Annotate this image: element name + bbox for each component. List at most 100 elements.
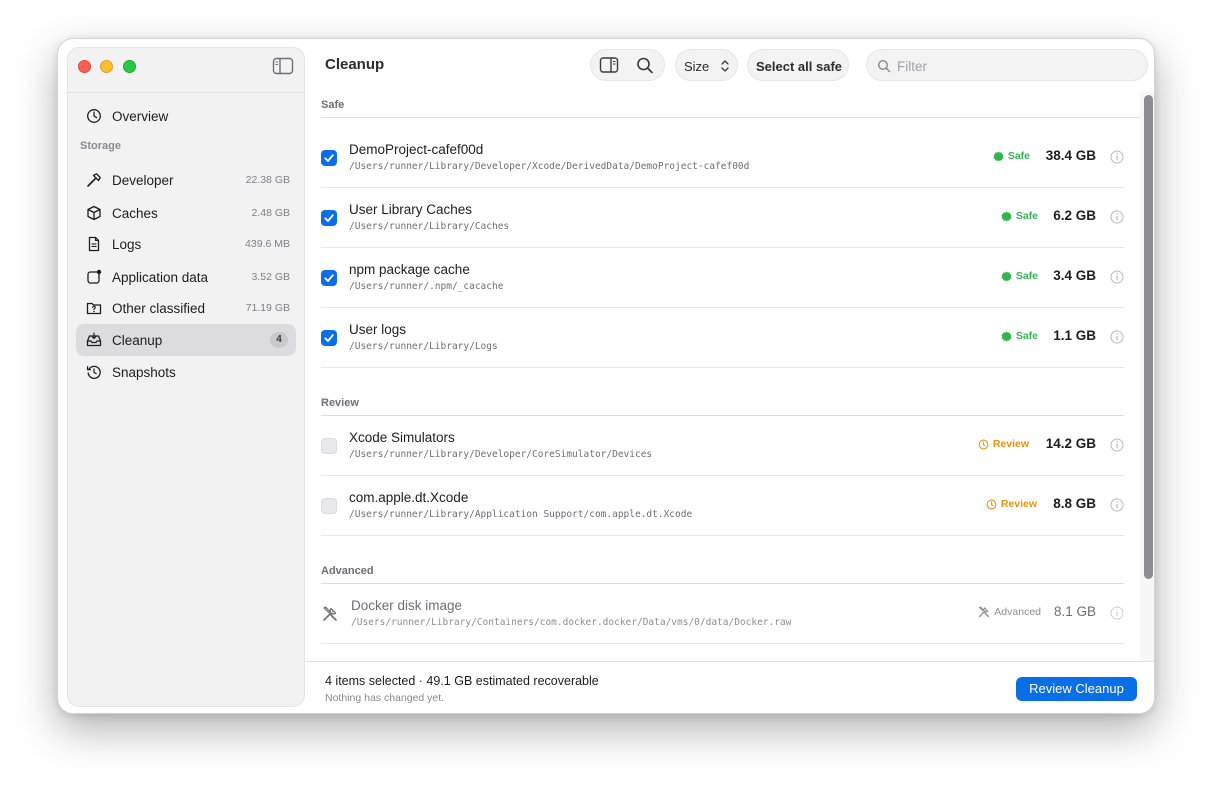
safe-seal-icon <box>993 150 1004 162</box>
filter-input[interactable] <box>897 56 1137 76</box>
info-icon[interactable] <box>1110 498 1124 512</box>
item-checkbox[interactable] <box>321 150 337 166</box>
sidebar-item-label: Other classified <box>112 301 206 316</box>
filter-field[interactable] <box>866 49 1148 81</box>
list-item[interactable]: npm package cache /Users/runner/.npm/_ca… <box>321 248 1124 308</box>
inspector-toggle-icon[interactable] <box>599 56 619 74</box>
safe-seal-icon <box>1001 330 1012 342</box>
sidebar-item-value: 2.48 GB <box>251 207 290 219</box>
info-icon[interactable] <box>1110 438 1124 452</box>
item-path: /Users/runner/Library/Logs <box>349 341 498 352</box>
review-clock-icon <box>978 439 989 449</box>
chevron-up-down-icon <box>721 60 729 72</box>
footer-bar: 4 items selected · 49.1 GB estimated rec… <box>305 661 1154 713</box>
tray-icon <box>86 332 102 347</box>
app-data-icon <box>87 269 102 284</box>
item-name: User Library Caches <box>349 202 473 217</box>
scrollbar-thumb[interactable] <box>1144 95 1153 579</box>
status-badge: Review <box>978 438 1029 450</box>
list-item[interactable]: DemoProject-cafef00d /Users/runner/Libra… <box>321 128 1124 188</box>
question-folder-icon <box>86 302 102 315</box>
sidebar-item-application-data[interactable]: Application data 3.52 GB <box>76 261 296 293</box>
item-name: User logs <box>349 322 407 337</box>
item-size: 14.2 GB <box>1045 436 1096 451</box>
group-header-safe: Safe <box>321 99 345 111</box>
cube-icon <box>87 205 101 221</box>
list-item[interactable]: User logs /Users/runner/Library/Logs Saf… <box>321 308 1124 368</box>
sidebar-item-value: 22.38 GB <box>245 174 290 186</box>
status-label: Review <box>992 438 1029 450</box>
status-badge: Review <box>986 498 1037 510</box>
item-path: /Users/runner/Library/Developer/Xcode/De… <box>349 161 750 172</box>
section-label-storage: Storage <box>80 140 121 152</box>
item-size: 6.2 GB <box>1053 208 1096 223</box>
sidebar: Overview Storage Developer 22.38 GB Cach… <box>67 47 305 707</box>
close-window-button[interactable] <box>78 60 91 73</box>
wrench-screwdriver-icon <box>978 606 990 618</box>
sidebar-item-cleanup[interactable]: Cleanup 4 <box>76 324 296 356</box>
item-name: Docker disk image <box>351 598 463 613</box>
status-badge: Safe <box>1001 330 1038 342</box>
sidebar-toggle-icon[interactable] <box>272 57 294 75</box>
toolbar-icon-group <box>590 49 665 81</box>
item-checkbox[interactable] <box>321 330 337 346</box>
status-label: Safe <box>1007 150 1030 162</box>
group-divider <box>321 117 1140 118</box>
item-name: npm package cache <box>349 262 470 277</box>
zoom-window-button[interactable] <box>123 60 136 73</box>
sidebar-item-snapshots[interactable]: Snapshots <box>76 356 296 388</box>
status-label: Advanced <box>994 606 1041 618</box>
minimize-window-button[interactable] <box>100 60 113 73</box>
selection-summary: 4 items selected · 49.1 GB estimated rec… <box>325 674 599 688</box>
item-size: 1.1 GB <box>1053 328 1096 343</box>
search-icon[interactable] <box>635 56 655 74</box>
sidebar-item-label: Logs <box>112 237 142 252</box>
item-checkbox[interactable] <box>321 270 337 286</box>
select-all-safe-label: Select all safe <box>756 59 842 74</box>
item-path: /Users/runner/Library/Developer/CoreSimu… <box>349 449 653 460</box>
select-all-safe-button[interactable]: Select all safe <box>747 49 849 81</box>
sidebar-item-value: 439.6 MB <box>245 238 290 250</box>
item-name: DemoProject-cafef00d <box>349 142 484 157</box>
clock-icon <box>87 109 101 123</box>
item-checkbox[interactable] <box>321 210 337 226</box>
sidebar-item-overview[interactable]: Overview <box>76 100 296 132</box>
item-checkbox[interactable] <box>321 438 337 454</box>
review-cleanup-button[interactable]: Review Cleanup <box>1016 677 1137 701</box>
list-item[interactable]: User Library Caches /Users/runner/Librar… <box>321 188 1124 248</box>
item-size: 8.8 GB <box>1053 496 1096 511</box>
sidebar-item-label: Application data <box>112 270 209 285</box>
item-size: 3.4 GB <box>1053 268 1096 283</box>
item-path: /Users/runner/Library/Caches <box>349 221 510 232</box>
info-icon[interactable] <box>1110 210 1124 224</box>
group-header-review: Review <box>321 397 359 409</box>
item-checkbox[interactable] <box>321 498 337 514</box>
document-icon <box>88 236 100 252</box>
page-title: Cleanup <box>325 56 385 73</box>
wrench-screwdriver-icon <box>323 606 337 621</box>
sidebar-item-value: 3.52 GB <box>251 271 290 283</box>
sidebar-item-other-classified[interactable]: Other classified 71.19 GB <box>76 292 296 324</box>
status-label: Safe <box>1015 270 1038 282</box>
sidebar-item-label: Caches <box>112 206 158 221</box>
sidebar-item-caches[interactable]: Caches 2.48 GB <box>76 197 296 229</box>
sidebar-item-value: 71.19 GB <box>245 302 290 314</box>
sort-size-dropdown[interactable]: Size <box>675 49 738 81</box>
cleanup-list: Safe DemoProject-cafef00d /Users/runner/… <box>305 91 1154 661</box>
info-icon[interactable] <box>1110 270 1124 284</box>
info-icon[interactable] <box>1110 606 1124 620</box>
sidebar-item-logs[interactable]: Logs 439.6 MB <box>76 228 296 260</box>
info-icon[interactable] <box>1110 150 1124 164</box>
list-item[interactable]: com.apple.dt.Xcode /Users/runner/Library… <box>321 476 1124 536</box>
sidebar-item-developer[interactable]: Developer 22.38 GB <box>76 164 296 196</box>
sidebar-item-label: Developer <box>112 173 174 188</box>
item-path: /Users/runner/.npm/_cacache <box>349 281 504 292</box>
status-badge: Safe <box>1001 210 1038 222</box>
safe-seal-icon <box>1001 270 1012 282</box>
list-item[interactable]: Xcode Simulators /Users/runner/Library/D… <box>321 416 1124 476</box>
status-label: Safe <box>1015 210 1038 222</box>
item-size: 8.1 GB <box>1053 604 1096 619</box>
item-name: Xcode Simulators <box>349 430 455 445</box>
info-icon[interactable] <box>1110 330 1124 344</box>
group-header-advanced: Advanced <box>321 565 374 577</box>
